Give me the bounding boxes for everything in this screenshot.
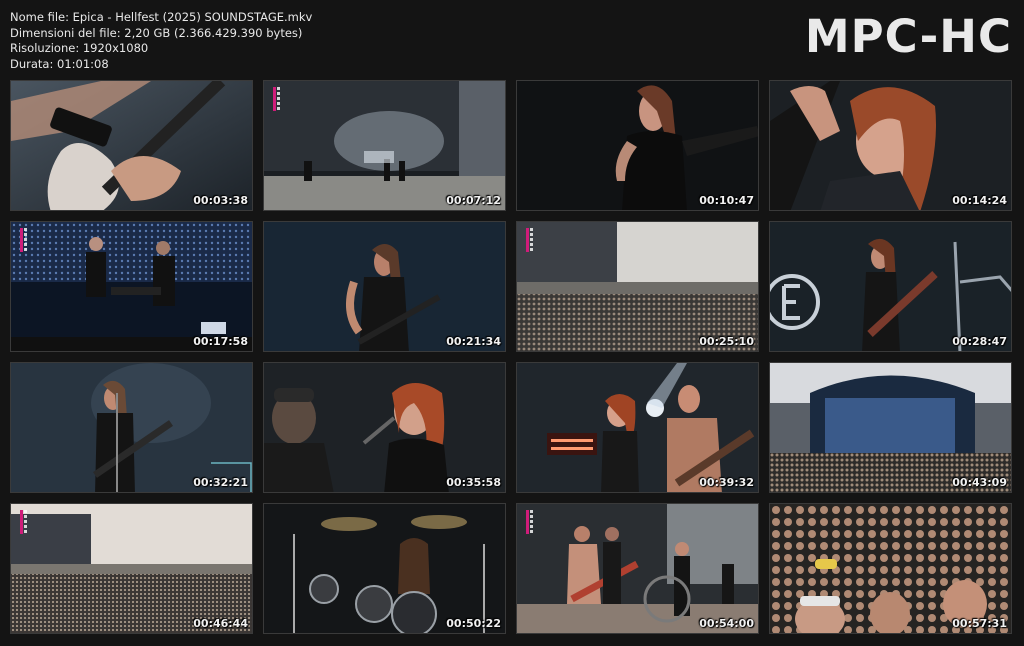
thumbnail-1-timestamp: 00:03:38 bbox=[193, 194, 248, 207]
thumbnail-16: 00:57:31 bbox=[769, 503, 1012, 634]
file-size-text: Dimensioni del file: 2,20 GB (2.366.429.… bbox=[10, 25, 303, 40]
thumbnail-14: 00:50:22 bbox=[263, 503, 506, 634]
thumbnail-14-timestamp: 00:50:22 bbox=[446, 617, 501, 630]
thumbnail-3-image bbox=[517, 81, 758, 210]
thumbnail-15-timestamp: 00:54:00 bbox=[699, 617, 754, 630]
thumbnail-16-timestamp: 00:57:31 bbox=[952, 617, 1007, 630]
thumbnail-4-timestamp: 00:14:24 bbox=[952, 194, 1007, 207]
file-name-text: Nome file: Epica - Hellfest (2025) SOUND… bbox=[10, 10, 313, 24]
thumbnail-10-timestamp: 00:35:58 bbox=[446, 476, 501, 489]
thumbnail-4: 00:14:24 bbox=[769, 80, 1012, 211]
channel-logo-icon bbox=[273, 87, 281, 111]
thumbnail-13-image bbox=[11, 504, 252, 633]
mpc-hc-logo: MPC-HC bbox=[804, 10, 1012, 63]
duration-text: Durata: 01:01:08 bbox=[10, 56, 109, 71]
thumbnail-13-timestamp: 00:46:44 bbox=[193, 617, 248, 630]
thumbnail-3: 00:10:47 bbox=[516, 80, 759, 211]
thumbnail-6: 00:21:34 bbox=[263, 221, 506, 352]
thumbnail-4-image bbox=[770, 81, 1011, 210]
thumbnail-7-image bbox=[517, 222, 758, 351]
thumbnail-5-timestamp: 00:17:58 bbox=[193, 335, 248, 348]
thumbnail-15-image bbox=[517, 504, 758, 633]
thumbnail-14-image bbox=[264, 504, 505, 633]
thumbnail-6-timestamp: 00:21:34 bbox=[446, 335, 501, 348]
thumbnail-8: 00:28:47 bbox=[769, 221, 1012, 352]
resolution-text: Risoluzione: 1920x1080 bbox=[10, 41, 149, 55]
channel-logo-icon bbox=[20, 510, 28, 534]
thumbnail-12: 00:43:09 bbox=[769, 362, 1012, 493]
thumbnail-grid: 00:03:38 00:07:12 00:10:47 00:14:24 00:1… bbox=[10, 80, 1012, 634]
thumbnail-16-image bbox=[770, 504, 1011, 633]
thumbnail-7: 00:25:10 bbox=[516, 221, 759, 352]
thumbnail-10-image bbox=[264, 363, 505, 492]
thumbnail-1-image bbox=[11, 81, 252, 210]
thumbnail-11-image bbox=[517, 363, 758, 492]
thumbnail-11-timestamp: 00:39:32 bbox=[699, 476, 754, 489]
file-info-panel: Nome file: Epica - Hellfest (2025) SOUND… bbox=[10, 10, 312, 72]
thumbnail-8-image bbox=[770, 222, 1011, 351]
thumbnail-10: 00:35:58 bbox=[263, 362, 506, 493]
thumbnail-12-image bbox=[770, 363, 1011, 492]
thumbnail-9-timestamp: 00:32:21 bbox=[193, 476, 248, 489]
thumbnail-9-image bbox=[11, 363, 252, 492]
thumbnail-9: 00:32:21 bbox=[10, 362, 253, 493]
thumbnail-5: 00:17:58 bbox=[10, 221, 253, 352]
thumbnail-3-timestamp: 00:10:47 bbox=[699, 194, 754, 207]
channel-logo-icon bbox=[526, 510, 534, 534]
thumbnail-7-timestamp: 00:25:10 bbox=[699, 335, 754, 348]
thumbnail-2-timestamp: 00:07:12 bbox=[446, 194, 501, 207]
thumbnail-5-image bbox=[11, 222, 252, 351]
thumbnail-11: 00:39:32 bbox=[516, 362, 759, 493]
thumbnail-6-image bbox=[264, 222, 505, 351]
channel-logo-icon bbox=[20, 228, 28, 252]
channel-logo-icon bbox=[526, 228, 534, 252]
thumbnail-2: 00:07:12 bbox=[263, 80, 506, 211]
thumbnail-1: 00:03:38 bbox=[10, 80, 253, 211]
thumbnail-15: 00:54:00 bbox=[516, 503, 759, 634]
thumbnail-12-timestamp: 00:43:09 bbox=[952, 476, 1007, 489]
thumbnail-2-image bbox=[264, 81, 505, 210]
thumbnail-13: 00:46:44 bbox=[10, 503, 253, 634]
thumbnail-8-timestamp: 00:28:47 bbox=[952, 335, 1007, 348]
